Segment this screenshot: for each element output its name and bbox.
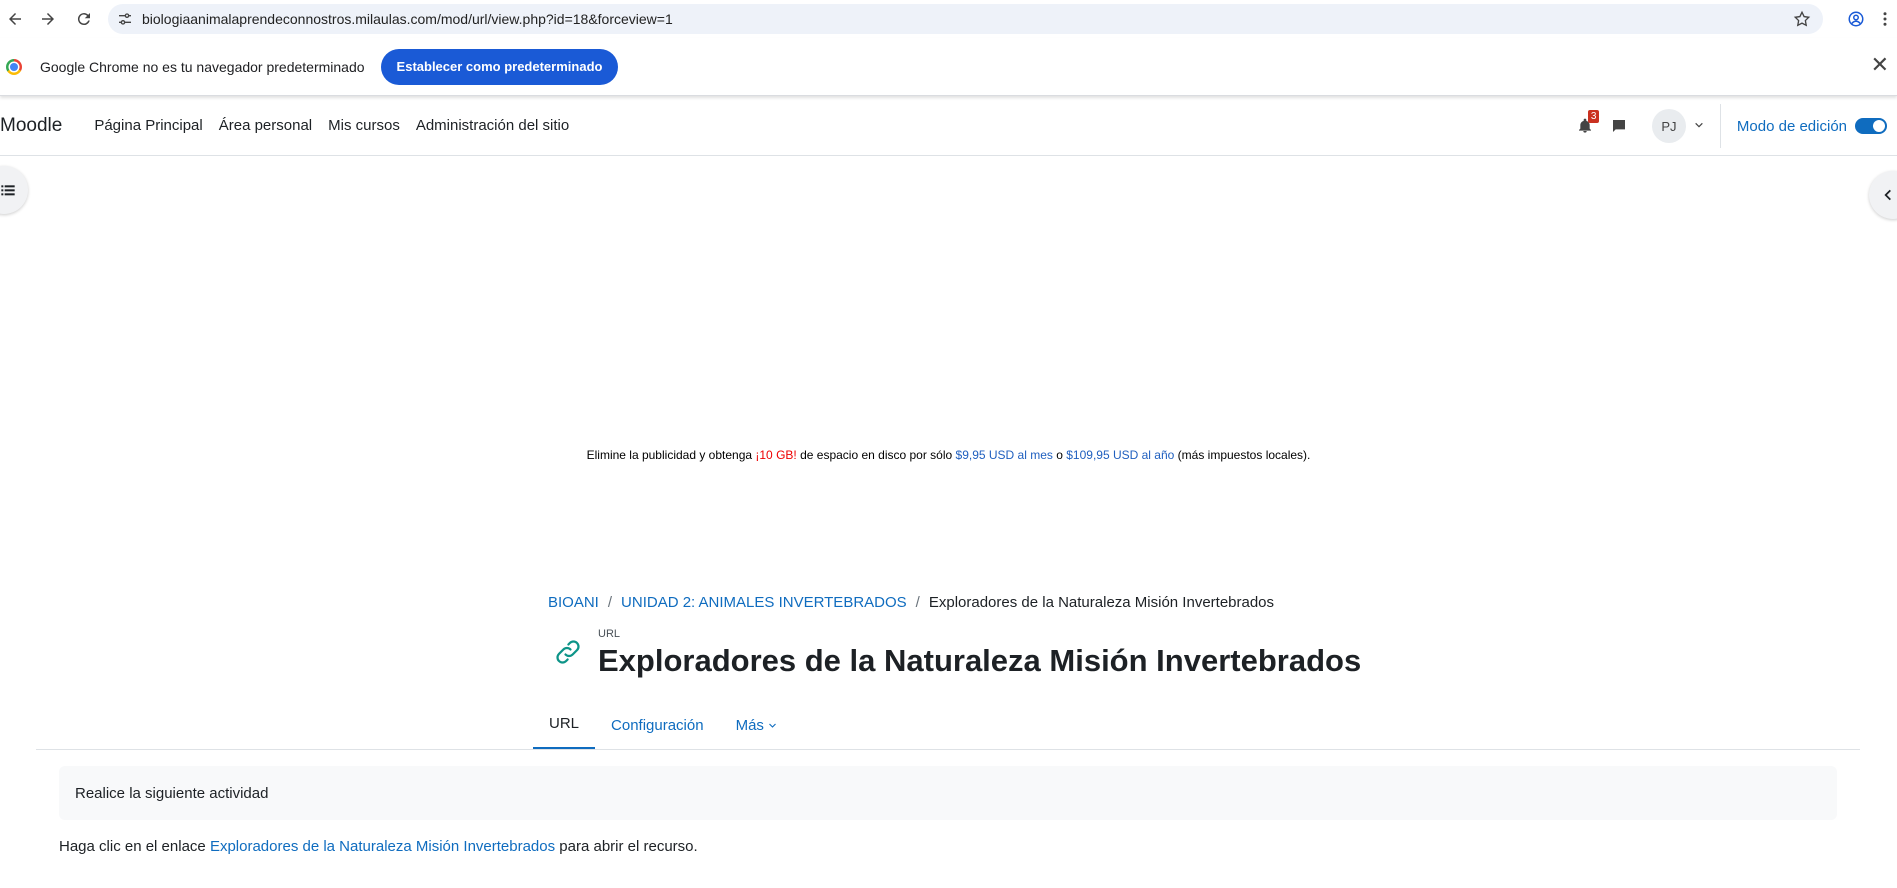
- site-settings-icon[interactable]: [108, 11, 142, 27]
- breadcrumb-current: Exploradores de la Naturaleza Misión Inv…: [928, 594, 1275, 611]
- module-type-label: URL: [598, 628, 621, 640]
- back-button[interactable]: [0, 1, 30, 37]
- arrow-left-icon: [9, 13, 21, 25]
- profile-icon: [1848, 11, 1864, 27]
- link-icon: [548, 632, 588, 672]
- browser-actions: [1839, 0, 1897, 38]
- ad-text-2: de espacio en disco por sólo: [796, 448, 956, 462]
- breadcrumb-course-link[interactable]: BIOANI: [548, 594, 599, 611]
- chevron-left-icon: [1884, 189, 1891, 201]
- bookmark-star-icon[interactable]: [1793, 10, 1811, 33]
- notifications-button[interactable]: 3: [1570, 110, 1600, 134]
- resource-instruction: Haga clic en el enlace Exploradores de l…: [59, 838, 698, 855]
- breadcrumb-section-link[interactable]: UNIDAD 2: ANIMALES INVERTEBRADOS: [621, 594, 907, 611]
- course-index-toggle[interactable]: [0, 166, 28, 214]
- block-drawer-toggle[interactable]: [1869, 171, 1897, 219]
- tab-mas-label: Más: [735, 716, 764, 734]
- breadcrumb-separator: /: [915, 594, 920, 611]
- chat-icon: [1612, 120, 1625, 132]
- tabs-divider: [36, 749, 1860, 750]
- browser-toolbar: biologiaanimalaprendeconnostros.milaulas…: [0, 0, 1897, 38]
- edit-mode-label[interactable]: Modo de edición: [1737, 118, 1847, 135]
- user-navigation: 3 PJ Modo de edición: [1570, 96, 1887, 156]
- arrow-right-icon: [42, 13, 54, 25]
- default-browser-infobar: Google Chrome no es tu navegador predete…: [0, 38, 1897, 96]
- nav-dashboard[interactable]: Área personal: [219, 117, 312, 134]
- tab-configuracion[interactable]: Configuración: [595, 700, 720, 750]
- activity-intro-box: Realice la siguiente actividad: [59, 766, 1837, 820]
- ad-text-4: (más impuestos locales).: [1174, 448, 1311, 462]
- moodle-navbar: Moodle Página Principal Área personal Mi…: [0, 96, 1897, 156]
- instruction-prefix: Haga clic en el enlace: [59, 838, 210, 855]
- resource-link[interactable]: Exploradores de la Naturaleza Misión Inv…: [210, 838, 555, 855]
- breadcrumb: BIOANI / UNIDAD 2: ANIMALES INVERTEBRADO…: [548, 594, 1274, 611]
- breadcrumb-separator: /: [607, 594, 613, 611]
- tab-url[interactable]: URL: [533, 700, 596, 750]
- ad-price-month-link[interactable]: $9,95 USD al mes: [956, 448, 1053, 462]
- edit-mode-toggle[interactable]: [1855, 118, 1887, 134]
- set-default-button[interactable]: Establecer como predeterminado: [380, 48, 619, 85]
- instruction-suffix: para abrir el recurso.: [555, 838, 698, 855]
- list-icon: [1, 185, 15, 196]
- tab-mas[interactable]: Más: [720, 700, 793, 750]
- chrome-menu-button[interactable]: [1873, 1, 1897, 37]
- page-title: Exploradores de la Naturaleza Misión Inv…: [598, 643, 1362, 678]
- nav-my-courses[interactable]: Mis cursos: [328, 117, 400, 134]
- ad-highlight: ¡10 GB!: [755, 448, 797, 462]
- navbar-divider: [1719, 104, 1721, 148]
- nav-site-admin[interactable]: Administración del sitio: [416, 117, 569, 134]
- moodle-brand[interactable]: Moodle: [0, 115, 62, 137]
- kebab-menu-icon: [1883, 12, 1887, 26]
- url-text[interactable]: biologiaanimalaprendeconnostros.milaulas…: [142, 11, 673, 27]
- nav-home[interactable]: Página Principal: [94, 117, 202, 134]
- primary-navigation: Página Principal Área personal Mis curso…: [94, 117, 585, 134]
- messages-button[interactable]: [1604, 118, 1634, 134]
- secondary-navigation: URL Configuración Más: [533, 700, 793, 750]
- ad-text-1: Elimine la publicidad y obtenga: [586, 448, 756, 462]
- profile-button[interactable]: [1839, 1, 1873, 37]
- forward-button[interactable]: [30, 1, 66, 37]
- ad-banner-text: Elimine la publicidad y obtenga ¡10 GB! …: [0, 448, 1897, 462]
- infobar-message: Google Chrome no es tu navegador predete…: [40, 58, 365, 75]
- chrome-logo-icon: [6, 58, 22, 75]
- notification-count-badge: 3: [1587, 110, 1600, 123]
- chevron-down-icon[interactable]: [1694, 120, 1704, 133]
- address-bar[interactable]: biologiaanimalaprendeconnostros.milaulas…: [108, 4, 1823, 34]
- ad-price-year-link[interactable]: $109,95 USD al año: [1066, 448, 1174, 462]
- reload-button[interactable]: [66, 1, 102, 37]
- user-avatar[interactable]: PJ: [1651, 109, 1686, 143]
- infobar-close-icon[interactable]: ✕: [1871, 54, 1889, 76]
- reload-icon: [77, 13, 90, 26]
- chevron-down-icon: [769, 723, 776, 728]
- ad-text-3: o: [1052, 448, 1067, 462]
